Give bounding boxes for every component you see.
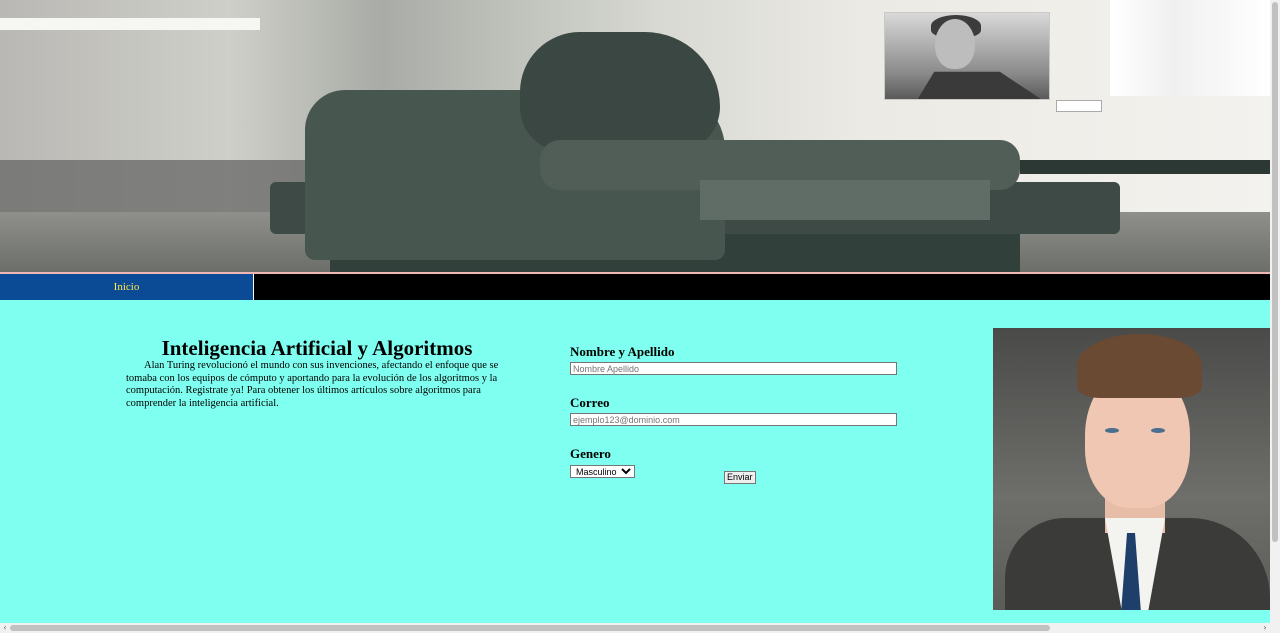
statue-book [700, 180, 990, 220]
hero-window [1110, 0, 1270, 96]
chevron-left-icon[interactable]: ‹ [0, 623, 10, 633]
gender-label: Genero [570, 446, 611, 461]
chevron-right-icon[interactable]: › [1260, 623, 1270, 633]
horizontal-scrollbar[interactable]: ‹ › [0, 623, 1280, 633]
gender-select[interactable]: Masculino [570, 465, 635, 478]
name-label: Nombre y Apellido [570, 344, 675, 359]
page-title: Inteligencia Artificial y Algoritmos [161, 336, 473, 360]
email-label: Correo [570, 395, 610, 410]
navbar: Inicio [0, 274, 1270, 300]
registration-form: Nombre y Apellido Correo Genero Masculin… [570, 344, 900, 484]
hero-banner [0, 0, 1270, 272]
intro-section: Inteligencia Artificial y Algoritmos Ala… [126, 336, 508, 410]
email-input[interactable] [570, 413, 897, 426]
vertical-scroll-thumb[interactable] [1272, 2, 1278, 542]
hero-portrait [884, 12, 1050, 100]
hero-lamp [0, 18, 260, 30]
vertical-scrollbar[interactable] [1270, 0, 1280, 623]
turing-portrait [993, 328, 1270, 610]
horizontal-scroll-thumb[interactable] [10, 625, 1050, 631]
hero-rail [1020, 160, 1270, 174]
hero-socket [1056, 100, 1102, 112]
submit-button[interactable]: Enviar [724, 471, 756, 484]
nav-item-inicio[interactable]: Inicio [0, 274, 254, 300]
name-input[interactable] [570, 362, 897, 375]
intro-paragraph: Alan Turing revolucionó el mundo con sus… [126, 360, 499, 409]
statue-head [520, 32, 720, 152]
